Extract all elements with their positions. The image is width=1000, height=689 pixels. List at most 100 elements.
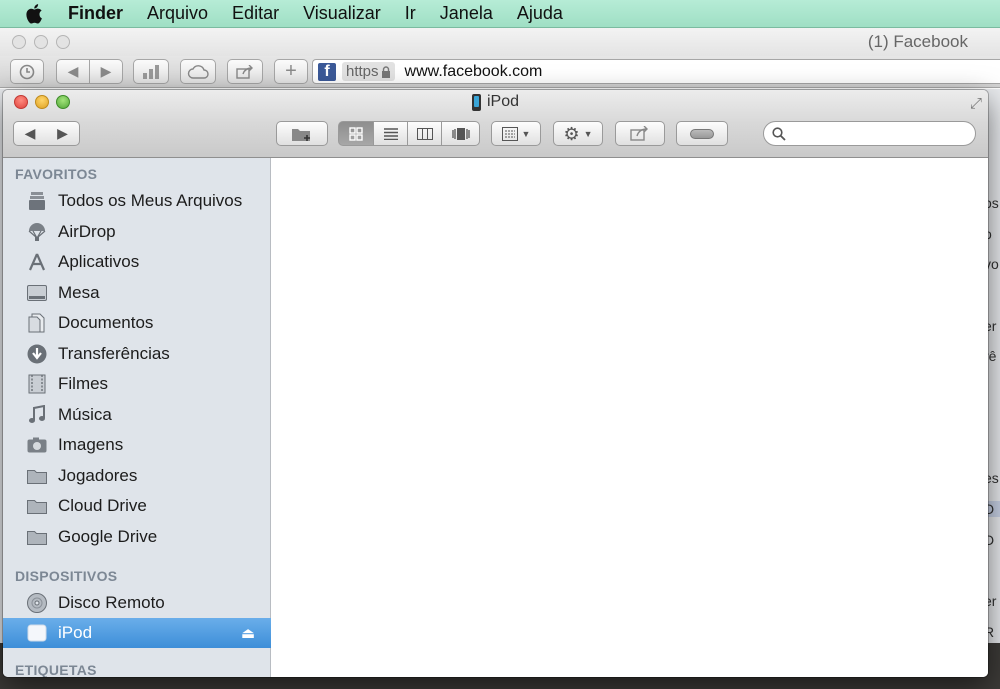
forward-button[interactable]: ▶: [89, 59, 123, 84]
menu-bar: Finder Arquivo Editar Visualizar Ir Jane…: [0, 0, 1000, 28]
finder-title-text: iPod: [486, 93, 520, 110]
column-view-button[interactable]: [408, 121, 442, 146]
url-text: www.facebook.com: [404, 62, 543, 80]
sidebar-item-label: Documentos: [58, 313, 154, 332]
menu-editar[interactable]: Editar: [232, 3, 279, 24]
sidebar-item-jogadores[interactable]: Jogadores: [3, 461, 271, 491]
documents-icon: [26, 312, 48, 334]
search-input[interactable]: [790, 125, 970, 142]
back-arrow-icon: ◀: [24, 125, 36, 141]
sidebar: FAVORITOS Todos os Meus Arquivos AirDrop…: [3, 158, 271, 677]
sidebar-item-label: Cloud Drive: [58, 496, 147, 515]
search-field[interactable]: [763, 121, 976, 146]
safari-zoom-button[interactable]: [56, 35, 70, 49]
favorites-header: FAVORITOS: [15, 166, 98, 182]
sidebar-item-label: Disco Remoto: [58, 593, 165, 612]
finder-title: iPod: [3, 93, 988, 111]
sidebar-item-google-drive[interactable]: Google Drive: [3, 522, 271, 552]
finder-toolbar: iPod ⤢ ◀ ▶ ▼ ⚙ ▼: [3, 90, 988, 158]
sidebar-item-airdrop[interactable]: AirDrop: [3, 217, 271, 247]
folder-icon: [26, 526, 48, 548]
desktop-icon: [26, 282, 48, 304]
menu-visualizar[interactable]: Visualizar: [303, 3, 381, 24]
sidebar-item-label: Música: [58, 405, 112, 424]
airdrop-icon: [26, 221, 48, 243]
arrange-button[interactable]: ▼: [491, 121, 541, 146]
music-icon: [26, 404, 48, 426]
cloud-icon: [187, 64, 209, 79]
safari-window-controls: [12, 35, 70, 49]
column-view-icon: [416, 127, 433, 140]
ipod-device-icon: [26, 622, 48, 644]
sidebar-item-label: Google Drive: [58, 527, 158, 546]
sidebar-item-movies[interactable]: Filmes: [3, 369, 271, 399]
bar-chart-icon: [143, 64, 159, 79]
share-icon: [236, 64, 253, 79]
top-sites-button[interactable]: [133, 59, 169, 84]
cover-flow-button[interactable]: [442, 121, 480, 146]
tag-icon: [690, 128, 714, 139]
apple-menu-icon[interactable]: [26, 3, 46, 25]
share-button[interactable]: [227, 59, 263, 84]
address-bar[interactable]: f https www.facebook.com: [312, 59, 1000, 84]
list-view-icon: [383, 127, 398, 140]
tags-header: ETIQUETAS: [15, 662, 97, 677]
sidebar-item-downloads[interactable]: Transferências: [3, 339, 271, 369]
safari-minimize-button[interactable]: [34, 35, 48, 49]
finder-window: iPod ⤢ ◀ ▶ ▼ ⚙ ▼ FAVORITOS Todos os Meus…: [3, 90, 988, 677]
menu-ir[interactable]: Ir: [405, 3, 416, 24]
gear-icon: ⚙: [563, 123, 580, 144]
back-arrow-icon: ◀: [67, 63, 79, 79]
folder-icon: [26, 465, 48, 487]
pictures-icon: [26, 434, 48, 456]
clock-icon: [19, 64, 35, 79]
sidebar-item-label: Todos os Meus Arquivos: [58, 191, 243, 210]
sidebar-item-cloud-drive[interactable]: Cloud Drive: [3, 491, 271, 521]
chevron-down-icon: ▼: [521, 128, 531, 139]
finder-forward-button[interactable]: ▶: [46, 121, 80, 146]
icon-view-button[interactable]: [338, 121, 374, 146]
forward-arrow-icon: ▶: [57, 125, 68, 141]
eject-icon[interactable]: ⏏: [241, 624, 255, 642]
https-badge: https: [342, 62, 395, 81]
history-button[interactable]: [10, 59, 44, 84]
sidebar-item-ipod[interactable]: iPod ⏏: [3, 618, 271, 648]
remote-disc-icon: [26, 592, 48, 614]
menu-app-finder[interactable]: Finder: [68, 3, 123, 24]
icloud-tabs-button[interactable]: [180, 59, 216, 84]
sidebar-item-label: Filmes: [58, 374, 109, 393]
finder-share-button[interactable]: [615, 121, 665, 146]
sidebar-item-desktop[interactable]: Mesa: [3, 278, 271, 308]
safari-window-title: (1) Facebook: [867, 32, 968, 51]
new-tab-button[interactable]: +: [274, 59, 308, 84]
sidebar-item-all-files[interactable]: Todos os Meus Arquivos: [3, 186, 271, 216]
new-folder-button[interactable]: [276, 121, 328, 146]
menu-arquivo[interactable]: Arquivo: [147, 3, 208, 24]
arrange-icon: [501, 126, 518, 141]
icon-view-icon: [349, 126, 363, 141]
plus-icon: +: [285, 60, 297, 82]
sidebar-item-applications[interactable]: Aplicativos: [3, 247, 271, 277]
finder-back-button[interactable]: ◀: [13, 121, 47, 146]
all-files-icon: [26, 190, 48, 212]
menu-ajuda[interactable]: Ajuda: [517, 3, 563, 24]
sidebar-item-remote-disc[interactable]: Disco Remoto: [3, 588, 271, 618]
devices-header: DISPOSITIVOS: [15, 568, 118, 584]
movies-icon: [26, 373, 48, 395]
action-button[interactable]: ⚙ ▼: [553, 121, 603, 146]
sidebar-item-music[interactable]: Música: [3, 400, 271, 430]
edit-tags-button[interactable]: [676, 121, 728, 146]
back-button[interactable]: ◀: [56, 59, 90, 84]
search-icon: [772, 126, 786, 141]
facebook-favicon-icon: f: [318, 62, 336, 81]
sidebar-item-documents[interactable]: Documentos: [3, 308, 271, 338]
sidebar-item-pictures[interactable]: Imagens: [3, 430, 271, 460]
cover-flow-icon: [451, 127, 470, 140]
applications-icon: [26, 251, 48, 273]
fullscreen-icon[interactable]: ⤢: [970, 95, 982, 112]
safari-toolbar: ◀ ▶ + f https www.facebook.com: [0, 56, 1000, 88]
file-browser-area[interactable]: [272, 158, 988, 677]
list-view-button[interactable]: [374, 121, 408, 146]
safari-close-button[interactable]: [12, 35, 26, 49]
menu-janela[interactable]: Janela: [440, 3, 493, 24]
